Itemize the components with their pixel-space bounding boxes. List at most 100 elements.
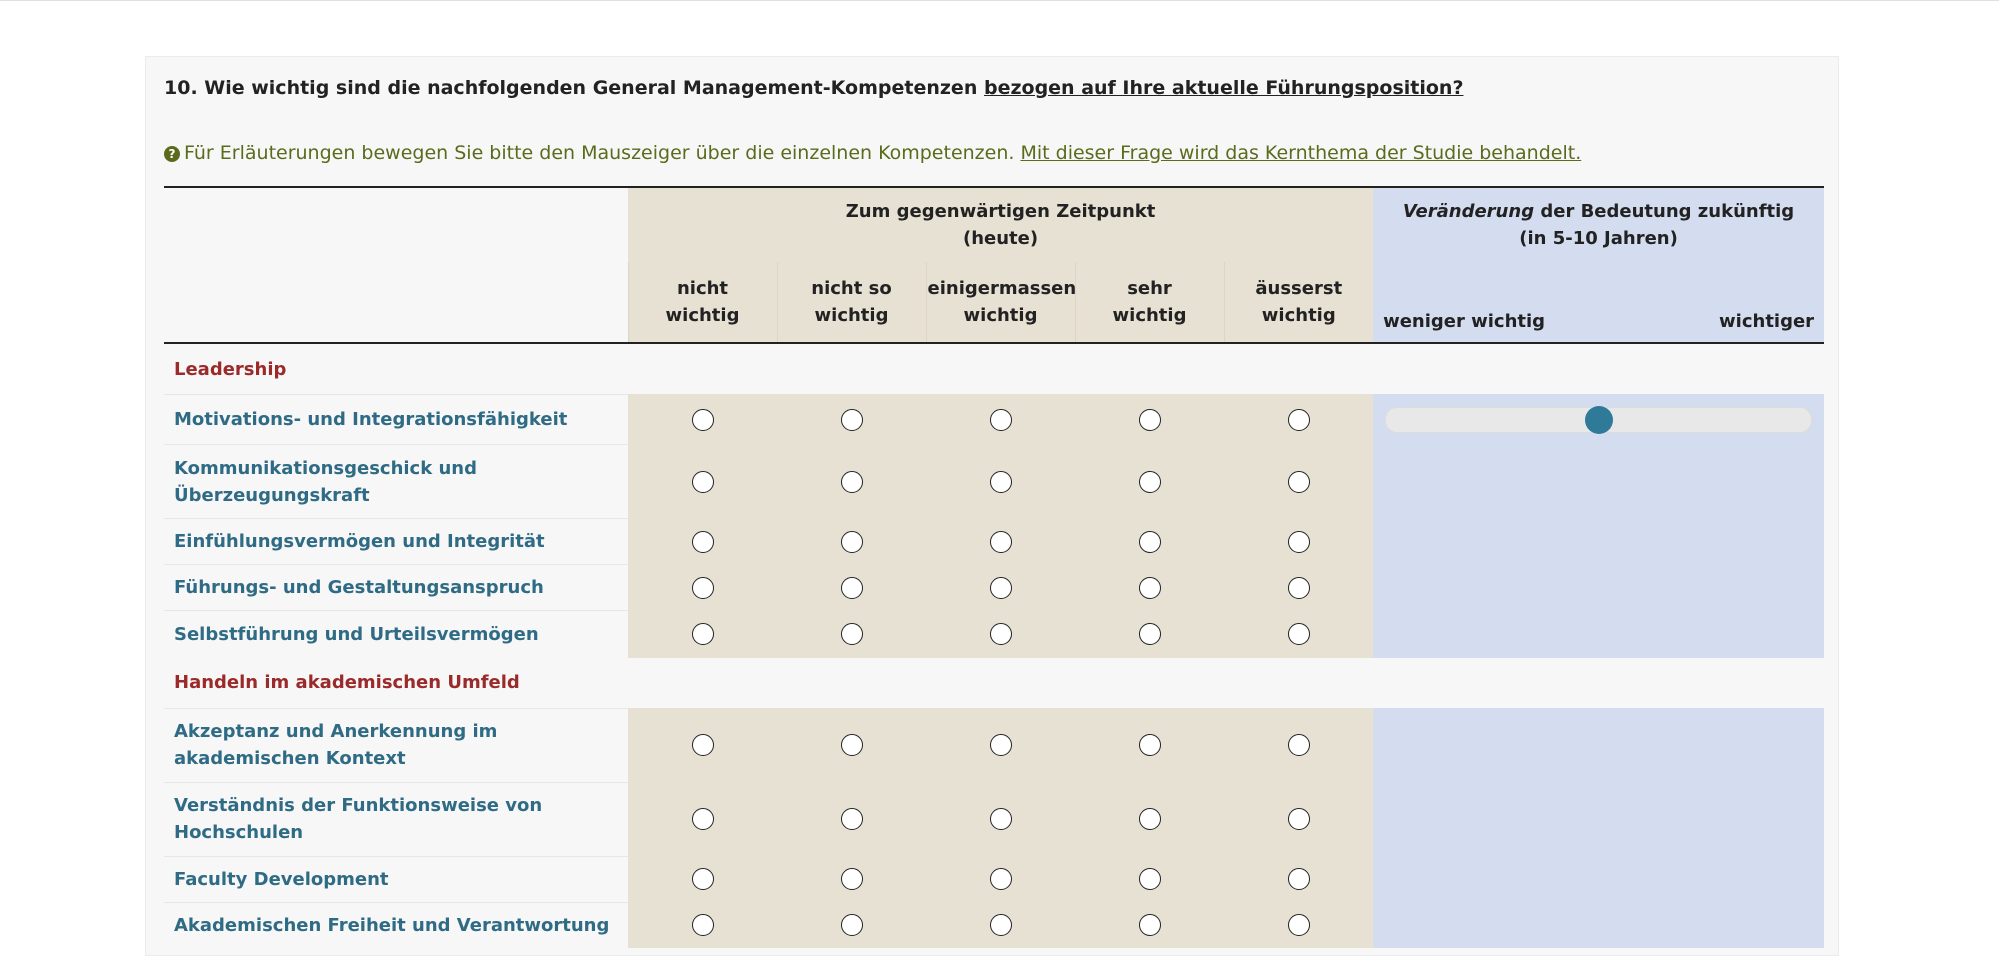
option-cell [926,610,1075,658]
option-cell [777,394,926,445]
competency-label[interactable]: Akademischen Freiheit und Verantwortung [164,901,628,948]
radio-option-0[interactable] [691,470,714,493]
competency-label[interactable]: Führungs- und Gestaltungsanspruch [164,564,628,611]
radio-option-2[interactable] [989,623,1012,646]
radio-option-4[interactable] [1287,470,1310,493]
radio-option-3[interactable] [1138,623,1161,646]
option-cell [1224,444,1374,519]
radio-option-0[interactable] [691,623,714,646]
radio-option-4[interactable] [1287,734,1310,756]
radio-option-1[interactable] [840,576,863,599]
radio-option-3[interactable] [1138,734,1161,756]
question-text: 10. Wie wichtig sind die nachfolgenden G… [164,77,984,99]
future-change-cell [1373,444,1825,519]
radio-option-4[interactable] [1287,408,1310,431]
radio-option-2[interactable] [989,734,1012,756]
section-row: Handeln im akademischen Umfeld [164,657,1825,708]
competency-label[interactable]: Einfühlungsvermögen und Integrität [164,518,628,565]
radio-option-1[interactable] [840,530,863,553]
option-header-4: äusserst wichtig [1223,262,1374,344]
hint-line: ? Für Erläuterungen bewegen Sie bitte den… [164,142,1581,164]
competency-row: Faculty Development [164,855,1825,902]
option-cell [926,444,1075,519]
option-cell [1224,707,1374,782]
competency-label[interactable]: Faculty Development [164,855,628,902]
section-row: Leadership [164,343,1825,395]
competency-row: Selbstführung und Urteilsvermögen [164,610,1825,658]
radio-option-1[interactable] [840,470,863,493]
future-change-slider[interactable] [1385,405,1813,434]
competency-label[interactable]: Motivations- und Integrationsfähigkeit [164,394,628,445]
radio-option-4[interactable] [1287,914,1310,937]
radio-option-2[interactable] [989,868,1012,890]
current-header-line1: Zum gegenwärtigen Zeitpunkt [845,201,1156,222]
radio-option-2[interactable] [989,470,1012,493]
option-cell [1075,610,1224,658]
radio-option-3[interactable] [1138,470,1161,493]
option-cell [628,855,777,902]
radio-option-2[interactable] [989,914,1012,937]
current-importance-header: Zum gegenwärtigen Zeitpunkt (heute) [628,187,1374,262]
competency-row: Führungs- und Gestaltungsanspruch [164,564,1825,611]
radio-option-4[interactable] [1287,576,1310,599]
radio-option-4[interactable] [1287,868,1310,890]
option-header-line2: wichtig [814,305,889,326]
section-title: Leadership [164,343,1825,395]
radio-option-0[interactable] [691,868,714,890]
radio-option-1[interactable] [840,408,863,431]
option-cell [628,444,777,519]
radio-option-1[interactable] [840,868,863,890]
option-cell [777,564,926,611]
radio-option-4[interactable] [1287,808,1310,830]
current-header-line2: (heute) [962,228,1039,249]
option-cell [777,707,926,782]
future-header-italic: Veränderung [1402,201,1535,222]
competency-label[interactable]: Akzeptanz und Anerkennung im akademische… [164,707,628,782]
option-cell [1224,781,1374,856]
future-change-cell [1373,707,1825,782]
competency-label[interactable]: Selbstführung und Urteilsvermögen [164,610,628,658]
slider-thumb[interactable] [1584,405,1613,434]
radio-option-3[interactable] [1138,868,1161,890]
future-change-cell [1373,394,1825,445]
radio-option-0[interactable] [691,408,714,431]
radio-option-1[interactable] [840,734,863,756]
radio-option-2[interactable] [989,530,1012,553]
competency-label[interactable]: Kommunikationsgeschick und Überzeugungsk… [164,444,628,519]
radio-option-4[interactable] [1287,530,1310,553]
option-header-1: nicht so wichtig [776,262,926,344]
radio-option-0[interactable] [691,530,714,553]
radio-option-4[interactable] [1287,623,1310,646]
future-change-cell [1373,781,1825,856]
option-cell [628,781,777,856]
option-header-line2: wichtig [665,305,740,326]
radio-option-2[interactable] [989,808,1012,830]
radio-option-1[interactable] [840,808,863,830]
competency-label[interactable]: Verständnis der Funktionsweise von Hochs… [164,781,628,856]
option-header-line2: wichtig [1261,305,1336,326]
option-cell [1075,444,1224,519]
radio-option-1[interactable] [840,914,863,937]
radio-option-0[interactable] [691,914,714,937]
radio-option-3[interactable] [1138,530,1161,553]
radio-option-2[interactable] [989,408,1012,431]
question-title: 10. Wie wichtig sind die nachfolgenden G… [164,77,1463,99]
radio-option-3[interactable] [1138,914,1161,937]
hint-link[interactable]: Mit dieser Frage wird das Kernthema der … [1020,142,1581,164]
option-cell [1075,901,1224,948]
radio-option-0[interactable] [691,808,714,830]
option-header-0: nicht wichtig [627,262,777,344]
radio-option-0[interactable] [691,576,714,599]
radio-option-3[interactable] [1138,576,1161,599]
radio-option-3[interactable] [1138,808,1161,830]
radio-option-2[interactable] [989,576,1012,599]
future-change-cell [1373,518,1825,565]
option-cell [1075,781,1224,856]
hint-text: Für Erläuterungen bewegen Sie bitte den … [184,142,1021,164]
option-cell [926,518,1075,565]
radio-option-3[interactable] [1138,408,1161,431]
radio-option-0[interactable] [691,734,714,756]
option-header-line1: einigermassen [927,278,1077,299]
option-cell [1224,610,1374,658]
radio-option-1[interactable] [840,623,863,646]
